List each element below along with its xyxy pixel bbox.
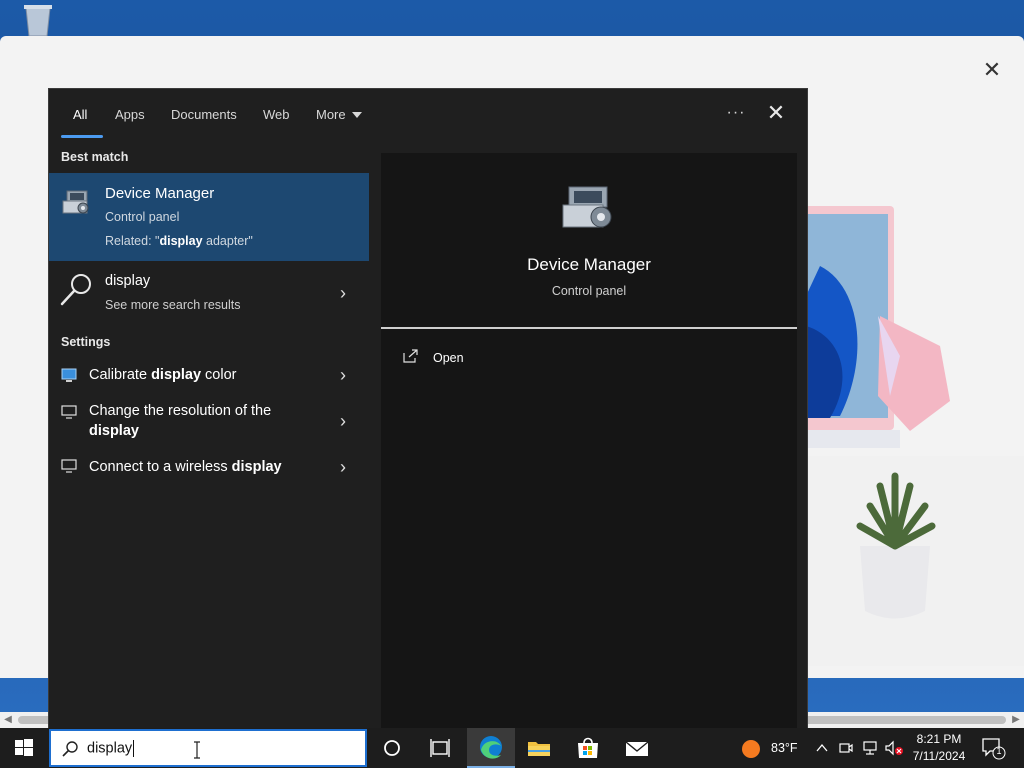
tab-more[interactable]: More [316,105,362,125]
chevron-right-icon[interactable]: › [335,458,351,476]
chevron-right-icon[interactable]: › [335,284,351,302]
tab-apps[interactable]: Apps [115,105,145,125]
best-match-heading: Best match [61,150,129,164]
tab-more-label: More [316,107,346,122]
scroll-right-arrow[interactable]: ▶ [1010,714,1022,726]
tab-all[interactable]: All [73,105,87,125]
search-input[interactable]: display [87,740,135,757]
chevron-up-icon[interactable] [815,741,829,755]
settings-item-calibrate[interactable]: Calibrate display color › [49,361,369,389]
device-manager-icon [62,190,89,214]
chevron-right-icon[interactable]: › [335,412,351,430]
network-icon[interactable] [861,740,879,756]
search-icon [62,741,78,757]
cortana-icon[interactable] [368,728,416,768]
taskbar-search-box[interactable]: display [49,729,367,767]
web-search-item[interactable]: display See more search results › [49,261,369,325]
preview-title: Device Manager [527,255,651,274]
tab-documents[interactable]: Documents [171,105,237,125]
best-match-item[interactable]: Device Manager Control panel Related: "d… [49,173,369,261]
scroll-left-arrow[interactable]: ◀ [2,714,14,726]
device-manager-icon [562,186,612,228]
clock[interactable]: 8:21 PM 7/11/2024 [904,731,974,765]
calibrate-color-icon [61,368,77,382]
windows-start-icon[interactable] [0,728,48,768]
more-options-icon[interactable]: ··· [721,101,751,125]
close-search-button[interactable]: ✕ [761,101,791,125]
weather-sun-icon[interactable] [740,738,762,760]
volume-muted-icon[interactable] [884,740,904,756]
background-window-close-button[interactable]: ✕ [980,58,1004,82]
pane-gutter [369,139,381,729]
open-icon [403,349,418,363]
chevron-right-icon[interactable]: › [335,366,351,384]
caret-down-icon [351,111,362,118]
search-icon [60,274,91,306]
settings-item-wireless[interactable]: Connect to a wireless display › [49,453,369,483]
clock-date: 7/11/2024 [912,749,966,763]
search-tabs: All Apps Documents Web More ··· ✕ [49,89,809,139]
microsoft-store-icon[interactable] [564,728,612,768]
meet-now-icon[interactable] [838,740,854,756]
weather-temperature[interactable]: 83°F [771,741,798,755]
hero-illustration [800,206,1024,666]
preview-divider [381,327,797,329]
search-flyout: All Apps Documents Web More ··· ✕ Best m… [48,88,809,729]
file-explorer-icon[interactable] [515,728,563,768]
taskbar: display 83°F 8:21 PM 7/11/2024 1 [0,728,1024,768]
wireless-display-icon [61,459,77,473]
edge-browser-icon[interactable] [467,728,515,768]
notification-count: 1 [996,746,1002,756]
web-search-sub: See more search results [105,298,241,312]
task-view-icon[interactable] [416,728,464,768]
best-match-related: Related: "display adapter" [105,234,253,248]
best-match-type: Control panel [105,210,180,224]
clock-time: 8:21 PM [916,732,962,746]
preview-pane: Device Manager Control panel Open [381,153,797,729]
mail-icon[interactable] [613,728,661,768]
active-tab-indicator [61,135,103,138]
best-match-title: Device Manager [105,185,215,202]
settings-item-label: Calibrate display color [89,367,237,383]
settings-heading: Settings [61,335,111,349]
action-center-button[interactable]: 1 [980,736,1006,760]
web-search-query: display [105,273,151,289]
monitor-icon [61,405,77,419]
text-cursor-icon [194,741,200,759]
results-list: Best match Device Manager Control panel … [49,139,369,729]
settings-item-resolution[interactable]: Change the resolution of the display › [49,399,369,445]
settings-item-label: Connect to a wireless display [89,459,282,475]
open-action[interactable]: Open [433,351,464,365]
settings-item-label: Change the resolution of the display [89,403,272,439]
preview-type: Control panel [551,284,627,298]
recycle-bin-icon[interactable] [18,4,58,36]
tab-web[interactable]: Web [263,105,290,125]
